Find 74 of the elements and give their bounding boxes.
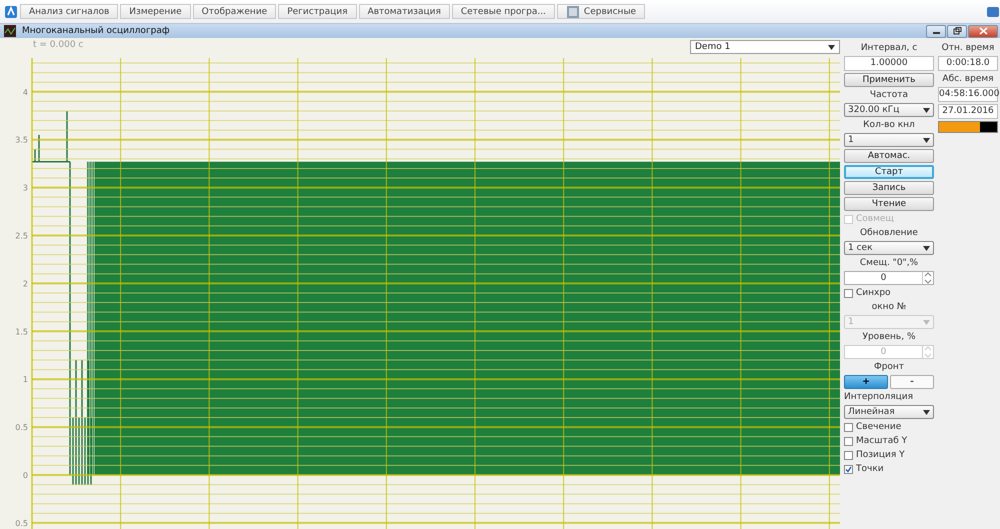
dropdown[interactable]: 1 сек (844, 241, 934, 255)
field-label: Обновление (859, 227, 919, 239)
y-tick-label: 3 (22, 184, 28, 193)
tool-icon (566, 4, 580, 18)
checkbox-label: Позиция Y (856, 450, 905, 460)
action-button[interactable]: Чтение (844, 197, 934, 211)
checkbox[interactable] (844, 450, 853, 460)
close-button[interactable] (968, 24, 998, 38)
date-field: 27.01.2016 (938, 104, 998, 119)
spin-field[interactable]: 0 (844, 271, 934, 285)
action-button[interactable]: Автомас. (844, 149, 934, 163)
y-tick-label: 0.5 (15, 518, 28, 528)
caret-icon (828, 44, 835, 50)
channel-dropdown[interactable]: Demo 1 (690, 40, 840, 54)
field-label: Фронт (872, 361, 906, 373)
action-button[interactable]: Применить (844, 73, 934, 87)
y-tick-label: 2.5 (15, 232, 28, 240)
dropdown[interactable]: 1 (844, 133, 934, 147)
toolbar-tab[interactable]: Сетевые програ... (452, 4, 555, 19)
toolbar-tab[interactable]: Автоматизация (358, 4, 450, 19)
toolbar-tab[interactable]: Регистрация (278, 4, 357, 19)
caret-icon (923, 320, 930, 324)
checkbox[interactable] (844, 288, 853, 298)
y-tick-label: 3.5 (15, 136, 28, 145)
caret-icon (923, 246, 930, 250)
app-icon[interactable] (4, 4, 18, 18)
field-label: окно № (870, 301, 908, 313)
time-field: 0:00:18.0 (938, 56, 998, 71)
y-tick-label: 1 (22, 375, 28, 384)
caret-icon (923, 410, 930, 414)
field-label: Абс. время (941, 73, 995, 85)
y-tick-label: 2 (22, 279, 28, 288)
edge-button[interactable]: + (844, 375, 888, 389)
spin-arrows-icon[interactable] (922, 272, 933, 284)
window-title: Многоканальный осциллограф (22, 26, 171, 36)
y-tick-label: 4 (22, 88, 28, 97)
minimize-button[interactable] (926, 24, 946, 38)
edge-button[interactable]: - (890, 375, 934, 389)
checkbox-label: Совмещ (856, 214, 894, 224)
toolbar-tab[interactable]: Анализ сигналов (20, 4, 118, 19)
checkbox-label: Точки (856, 464, 884, 474)
time-field: 04:58:16.000 (938, 87, 998, 102)
toolbar-tab[interactable]: Отображение (192, 4, 276, 19)
restore-icon (952, 27, 962, 35)
input-field[interactable]: 1.00000 (844, 56, 934, 71)
y-tick-label: 1.5 (15, 327, 28, 336)
checkbox[interactable] (844, 436, 853, 446)
restore-button[interactable] (947, 24, 967, 38)
checkbox-label: Синхро (856, 288, 891, 298)
dropdown[interactable]: Линейная (844, 405, 934, 419)
tray-icon[interactable] (986, 4, 1000, 18)
field-label: Кол-во кнл (862, 119, 916, 131)
action-button[interactable]: Запись (844, 181, 934, 195)
toolbar-tab[interactable]: Сервисные (556, 4, 646, 19)
checkbox-label: Масштаб Y (856, 436, 908, 446)
field-label: Уровень, % (861, 331, 916, 343)
checkbox[interactable] (844, 464, 853, 474)
checkbox-label: Свечение (856, 422, 902, 432)
field-label: Смещ. "0",% (858, 257, 920, 269)
caret-icon (923, 108, 930, 112)
caret-icon (923, 138, 930, 142)
y-tick-label: 0 (22, 471, 28, 480)
y-tick-label: 0.5 (15, 423, 28, 432)
dropdown[interactable]: 320.00 кГц (844, 103, 934, 117)
field-label: Отн. время (940, 42, 996, 54)
close-icon (978, 27, 988, 35)
field-label: Интервал, с (860, 42, 918, 54)
toolbar-tab[interactable]: Измерение (120, 4, 191, 19)
action-button[interactable]: Старт (844, 165, 934, 179)
field-label: Частота (868, 89, 910, 101)
oscilloscope-icon (4, 25, 16, 37)
section-label: Интерполяция (844, 391, 914, 403)
checkbox[interactable] (844, 422, 853, 432)
time-readout: t = 0.000 с (33, 40, 84, 50)
